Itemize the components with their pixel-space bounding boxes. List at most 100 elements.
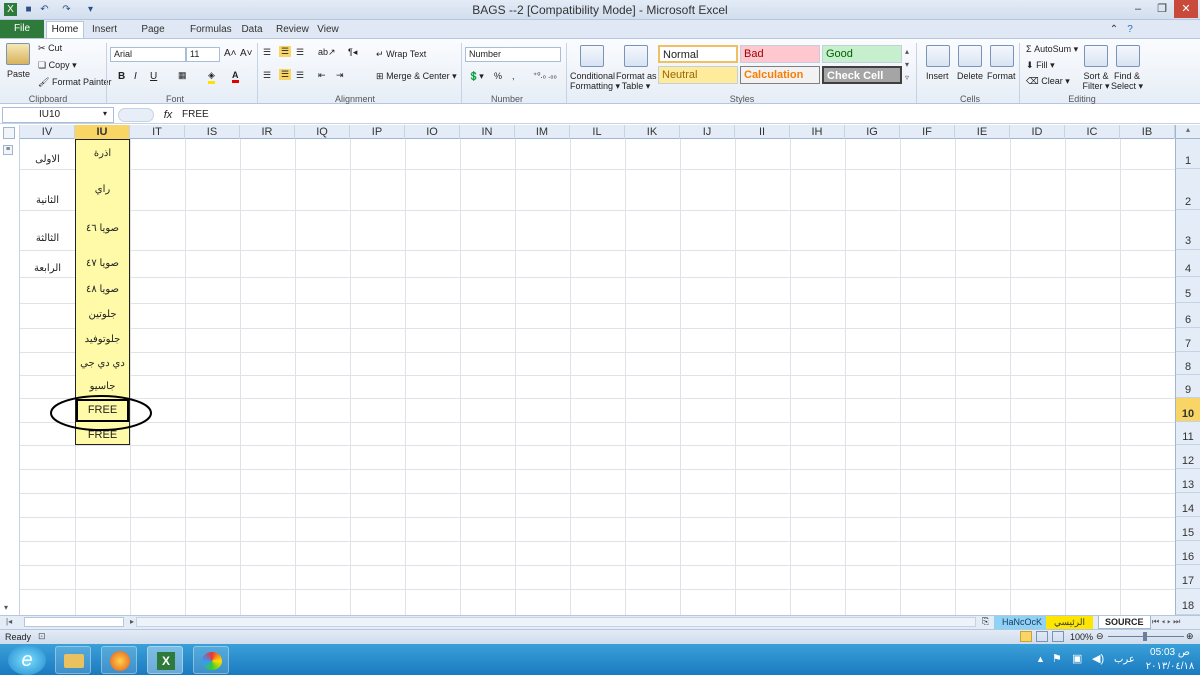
zoom-out-icon[interactable]: ⊖ [1096, 631, 1104, 642]
column-header[interactable]: IV [20, 125, 75, 139]
align-right-icon[interactable]: ☰ [296, 70, 304, 81]
font-color-icon[interactable]: A [232, 70, 239, 83]
tab-page-layout[interactable]: Page Layout [128, 22, 178, 51]
worksheet-grid[interactable]: الاولى الثانية الثالثة الرابعة اذرة راي … [20, 139, 1175, 615]
column-header[interactable]: IF [900, 125, 955, 139]
delete-cells-icon[interactable] [958, 45, 982, 67]
tab-view[interactable]: View [316, 22, 340, 38]
row-header[interactable]: 2 [1176, 169, 1200, 210]
align-top-icon[interactable]: ☰ [263, 47, 271, 58]
cell-iv-2[interactable]: الثانية [20, 195, 75, 206]
column-header[interactable]: IK [625, 125, 680, 139]
column-header[interactable]: IP [350, 125, 405, 139]
horizontal-scrollbar[interactable] [24, 617, 124, 627]
split-handle-icon[interactable]: ≡ [3, 145, 13, 155]
select-all-icon[interactable] [3, 127, 15, 139]
column-header[interactable]: II [735, 125, 790, 139]
autosum-icon[interactable]: Σ [1026, 44, 1032, 54]
name-box[interactable]: IU10 [2, 107, 114, 123]
row-header[interactable]: 11 [1176, 422, 1200, 445]
row-header[interactable]: 18 [1176, 589, 1200, 615]
row-header[interactable]: 5 [1176, 277, 1200, 303]
column-header-selected[interactable]: IU [75, 125, 130, 139]
row-header[interactable]: 16 [1176, 541, 1200, 565]
decrease-indent-icon[interactable]: ⇤ [318, 70, 326, 81]
row-header[interactable]: 6 [1176, 303, 1200, 328]
autosum-button[interactable]: AutoSum [1034, 44, 1071, 54]
column-header[interactable]: IC [1065, 125, 1120, 139]
insert-cells-button[interactable]: Insert [926, 71, 949, 81]
underline-button[interactable]: U [150, 71, 157, 82]
column-header[interactable]: IB [1120, 125, 1175, 139]
cell-iu-6[interactable]: جلوتين [75, 309, 130, 320]
cell-iu-9[interactable]: جاسيو [75, 381, 130, 392]
column-header[interactable]: IO [405, 125, 460, 139]
sheet-nav-icon[interactable]: ⏮ ◂ ▸ ⏭ [1152, 617, 1180, 627]
cell-iv-1[interactable]: الاولى [20, 154, 75, 165]
cell-iu-7[interactable]: جلوتوفيد [75, 334, 130, 345]
tab-file[interactable]: File [0, 20, 44, 38]
merge-center-button[interactable]: Merge & Center [386, 71, 450, 81]
wrap-text-button[interactable]: Wrap Text [386, 49, 426, 59]
row-header[interactable]: 8 [1176, 352, 1200, 375]
paste-icon[interactable] [6, 43, 30, 65]
align-bottom-icon[interactable]: ☰ [296, 47, 304, 58]
column-header[interactable]: IS [185, 125, 240, 139]
cell-iv-4[interactable]: الرابعة [20, 263, 75, 274]
column-header[interactable]: ID [1010, 125, 1065, 139]
conditional-formatting-button[interactable]: Conditional Formatting ▾ [570, 71, 620, 91]
minimize-ribbon-icon[interactable]: ⌃ [1108, 22, 1120, 38]
fill-icon[interactable]: ⬇ [1026, 60, 1034, 70]
row-header[interactable]: 1 [1176, 139, 1200, 169]
copy-button[interactable]: Copy [49, 60, 70, 70]
styles-scroll-icon[interactable]: ▴ ▾ ▿ [905, 45, 909, 84]
format-cells-button[interactable]: Format [987, 71, 1016, 81]
row-header[interactable]: 3 [1176, 210, 1200, 250]
horizontal-scroll-left-icon[interactable]: |◂ [6, 617, 12, 626]
insert-cells-icon[interactable] [926, 45, 950, 67]
style-good[interactable]: Good [822, 45, 902, 63]
minimize-icon[interactable]: – [1126, 0, 1150, 18]
cell-iv-3[interactable]: الثالثة [20, 233, 75, 244]
comma-button[interactable]: , [512, 71, 515, 81]
scroll-down-icon[interactable]: ▾ [4, 603, 8, 612]
align-left-icon[interactable]: ☰ [263, 70, 271, 81]
cell-iu-3[interactable]: صويا ٤٦ [75, 223, 130, 234]
tab-home[interactable]: Home [46, 21, 84, 39]
column-header[interactable]: IN [460, 125, 515, 139]
wrap-text-icon[interactable]: ↵ [376, 49, 384, 59]
column-header[interactable]: IJ [680, 125, 735, 139]
row-header[interactable]: 14 [1176, 493, 1200, 517]
column-header[interactable]: IL [570, 125, 625, 139]
cut-icon[interactable]: ✂ [38, 43, 46, 53]
percent-button[interactable]: % [494, 71, 502, 81]
horizontal-scroll-right-icon[interactable]: ▸ [130, 617, 134, 626]
bold-button[interactable]: B [118, 71, 125, 82]
page-break-view-icon[interactable] [1052, 631, 1064, 642]
row-header[interactable]: 9 [1176, 375, 1200, 398]
horizontal-scroll-track[interactable] [136, 617, 976, 627]
shrink-font-icon[interactable]: A˅ [240, 48, 253, 59]
volume-icon[interactable]: ◀) [1092, 652, 1104, 665]
format-as-table-button[interactable]: Format as Table ▾ [616, 71, 657, 91]
clock-date[interactable]: ٢٠١٣/٠٤/١٨ [1142, 661, 1198, 672]
rtl-icon[interactable]: ¶◂ [348, 47, 357, 58]
copy-icon[interactable]: ❏ [38, 60, 46, 70]
clear-icon[interactable]: ⌫ [1026, 76, 1039, 86]
tab-data[interactable]: Data [240, 22, 264, 38]
paint-taskbar-button[interactable] [193, 646, 229, 674]
font-name-dropdown[interactable]: Arial [110, 47, 186, 62]
tab-review[interactable]: Review [276, 22, 309, 38]
close-icon[interactable]: ✕ [1174, 0, 1198, 18]
explorer-taskbar-button[interactable] [55, 646, 91, 674]
row-header-selected[interactable]: 10 [1176, 398, 1200, 422]
new-sheet-icon[interactable]: ⎘ [982, 616, 989, 627]
column-header[interactable]: IH [790, 125, 845, 139]
page-layout-view-icon[interactable] [1036, 631, 1048, 642]
style-bad[interactable]: Bad [740, 45, 820, 63]
formula-input[interactable]: FREE [182, 107, 209, 123]
align-center-icon[interactable]: ☰ [279, 69, 292, 80]
sheet-tab-source[interactable]: SOURCE [1098, 616, 1151, 629]
column-header[interactable]: IT [130, 125, 185, 139]
align-middle-icon[interactable]: ☰ [279, 46, 292, 57]
